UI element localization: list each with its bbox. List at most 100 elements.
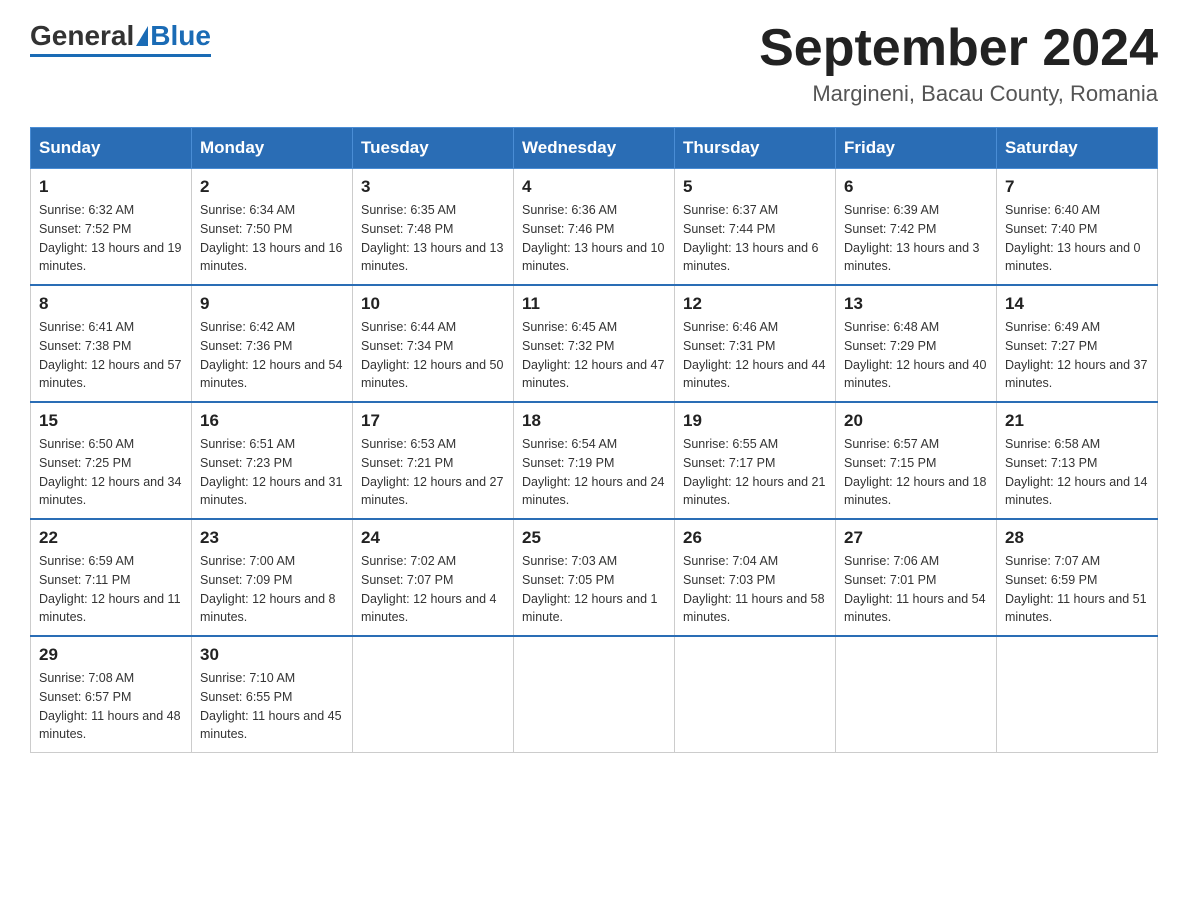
day-info: Sunrise: 6:32 AMSunset: 7:52 PMDaylight:… — [39, 201, 183, 276]
day-info: Sunrise: 6:35 AMSunset: 7:48 PMDaylight:… — [361, 201, 505, 276]
day-number: 25 — [522, 528, 666, 548]
day-info: Sunrise: 6:44 AMSunset: 7:34 PMDaylight:… — [361, 318, 505, 393]
col-thursday: Thursday — [675, 128, 836, 169]
table-row: 30 Sunrise: 7:10 AMSunset: 6:55 PMDayligh… — [192, 636, 353, 753]
table-row: 1 Sunrise: 6:32 AMSunset: 7:52 PMDaylight… — [31, 169, 192, 286]
day-number: 18 — [522, 411, 666, 431]
col-saturday: Saturday — [997, 128, 1158, 169]
day-info: Sunrise: 6:42 AMSunset: 7:36 PMDaylight:… — [200, 318, 344, 393]
day-number: 11 — [522, 294, 666, 314]
day-number: 8 — [39, 294, 183, 314]
day-number: 12 — [683, 294, 827, 314]
logo-text: General Blue — [30, 20, 211, 52]
table-row: 14 Sunrise: 6:49 AMSunset: 7:27 PMDayligh… — [997, 285, 1158, 402]
day-info: Sunrise: 6:50 AMSunset: 7:25 PMDaylight:… — [39, 435, 183, 510]
table-row: 27 Sunrise: 7:06 AMSunset: 7:01 PMDayligh… — [836, 519, 997, 636]
day-info: Sunrise: 6:34 AMSunset: 7:50 PMDaylight:… — [200, 201, 344, 276]
calendar-week-1: 1 Sunrise: 6:32 AMSunset: 7:52 PMDaylight… — [31, 169, 1158, 286]
day-number: 22 — [39, 528, 183, 548]
logo-triangle-icon — [136, 26, 148, 46]
day-info: Sunrise: 6:57 AMSunset: 7:15 PMDaylight:… — [844, 435, 988, 510]
day-number: 26 — [683, 528, 827, 548]
table-row: 23Sunrise: 7:00 AMSunset: 7:09 PMDayligh… — [192, 519, 353, 636]
day-info: Sunrise: 7:10 AMSunset: 6:55 PMDaylight:… — [200, 669, 344, 744]
day-number: 21 — [1005, 411, 1149, 431]
day-number: 16 — [200, 411, 344, 431]
day-info: Sunrise: 6:51 AMSunset: 7:23 PMDaylight:… — [200, 435, 344, 510]
calendar-week-3: 15 Sunrise: 6:50 AMSunset: 7:25 PMDayligh… — [31, 402, 1158, 519]
table-row: 8 Sunrise: 6:41 AMSunset: 7:38 PMDaylight… — [31, 285, 192, 402]
logo-general: General — [30, 20, 134, 52]
table-row: 22 Sunrise: 6:59 AMSunset: 7:11 PMDayligh… — [31, 519, 192, 636]
col-tuesday: Tuesday — [353, 128, 514, 169]
table-row — [836, 636, 997, 753]
day-info: Sunrise: 6:48 AMSunset: 7:29 PMDaylight:… — [844, 318, 988, 393]
title-area: September 2024 Margineni, Bacau County, … — [759, 20, 1158, 107]
day-number: 10 — [361, 294, 505, 314]
day-info: Sunrise: 6:55 AMSunset: 7:17 PMDaylight:… — [683, 435, 827, 510]
logo-blue: Blue — [150, 20, 211, 52]
day-number: 30 — [200, 645, 344, 665]
table-row: 20Sunrise: 6:57 AMSunset: 7:15 PMDayligh… — [836, 402, 997, 519]
day-number: 15 — [39, 411, 183, 431]
day-info: Sunrise: 7:00 AMSunset: 7:09 PMDaylight:… — [200, 552, 344, 627]
table-row: 19 Sunrise: 6:55 AMSunset: 7:17 PMDayligh… — [675, 402, 836, 519]
table-row: 25 Sunrise: 7:03 AMSunset: 7:05 PMDayligh… — [514, 519, 675, 636]
day-number: 13 — [844, 294, 988, 314]
table-row: 6Sunrise: 6:39 AMSunset: 7:42 PMDaylight… — [836, 169, 997, 286]
table-row — [675, 636, 836, 753]
table-row: 11 Sunrise: 6:45 AMSunset: 7:32 PMDayligh… — [514, 285, 675, 402]
table-row: 21Sunrise: 6:58 AMSunset: 7:13 PMDayligh… — [997, 402, 1158, 519]
day-info: Sunrise: 6:40 AMSunset: 7:40 PMDaylight:… — [1005, 201, 1149, 276]
day-info: Sunrise: 6:37 AMSunset: 7:44 PMDaylight:… — [683, 201, 827, 276]
table-row: 5 Sunrise: 6:37 AMSunset: 7:44 PMDaylight… — [675, 169, 836, 286]
day-info: Sunrise: 6:45 AMSunset: 7:32 PMDaylight:… — [522, 318, 666, 393]
day-info: Sunrise: 6:41 AMSunset: 7:38 PMDaylight:… — [39, 318, 183, 393]
table-row: 10 Sunrise: 6:44 AMSunset: 7:34 PMDayligh… — [353, 285, 514, 402]
table-row: 28Sunrise: 7:07 AMSunset: 6:59 PMDayligh… — [997, 519, 1158, 636]
month-title: September 2024 — [759, 20, 1158, 77]
col-sunday: Sunday — [31, 128, 192, 169]
table-row: 17 Sunrise: 6:53 AMSunset: 7:21 PMDayligh… — [353, 402, 514, 519]
location-title: Margineni, Bacau County, Romania — [759, 81, 1158, 107]
col-friday: Friday — [836, 128, 997, 169]
day-number: 27 — [844, 528, 988, 548]
day-info: Sunrise: 6:54 AMSunset: 7:19 PMDaylight:… — [522, 435, 666, 510]
table-row: 12Sunrise: 6:46 AMSunset: 7:31 PMDayligh… — [675, 285, 836, 402]
header-row: Sunday Monday Tuesday Wednesday Thursday… — [31, 128, 1158, 169]
table-row: 16 Sunrise: 6:51 AMSunset: 7:23 PMDayligh… — [192, 402, 353, 519]
day-info: Sunrise: 6:49 AMSunset: 7:27 PMDaylight:… — [1005, 318, 1149, 393]
day-number: 1 — [39, 177, 183, 197]
day-number: 17 — [361, 411, 505, 431]
day-number: 3 — [361, 177, 505, 197]
day-info: Sunrise: 6:53 AMSunset: 7:21 PMDaylight:… — [361, 435, 505, 510]
table-row — [997, 636, 1158, 753]
day-number: 14 — [1005, 294, 1149, 314]
day-info: Sunrise: 7:06 AMSunset: 7:01 PMDaylight:… — [844, 552, 988, 627]
logo: General Blue — [30, 20, 211, 57]
day-info: Sunrise: 6:36 AMSunset: 7:46 PMDaylight:… — [522, 201, 666, 276]
table-row: 9 Sunrise: 6:42 AMSunset: 7:36 PMDaylight… — [192, 285, 353, 402]
day-info: Sunrise: 6:59 AMSunset: 7:11 PMDaylight:… — [39, 552, 183, 627]
day-info: Sunrise: 7:04 AMSunset: 7:03 PMDaylight:… — [683, 552, 827, 627]
day-info: Sunrise: 7:03 AMSunset: 7:05 PMDaylight:… — [522, 552, 666, 627]
day-number: 7 — [1005, 177, 1149, 197]
table-row: 15 Sunrise: 6:50 AMSunset: 7:25 PMDayligh… — [31, 402, 192, 519]
day-number: 9 — [200, 294, 344, 314]
table-row: 26 Sunrise: 7:04 AMSunset: 7:03 PMDayligh… — [675, 519, 836, 636]
table-row: 2 Sunrise: 6:34 AMSunset: 7:50 PMDaylight… — [192, 169, 353, 286]
day-number: 2 — [200, 177, 344, 197]
day-info: Sunrise: 7:02 AMSunset: 7:07 PMDaylight:… — [361, 552, 505, 627]
calendar-week-5: 29 Sunrise: 7:08 AMSunset: 6:57 PMDayligh… — [31, 636, 1158, 753]
day-info: Sunrise: 7:08 AMSunset: 6:57 PMDaylight:… — [39, 669, 183, 744]
calendar-week-2: 8 Sunrise: 6:41 AMSunset: 7:38 PMDaylight… — [31, 285, 1158, 402]
logo-underline — [30, 54, 211, 57]
day-number: 29 — [39, 645, 183, 665]
day-number: 5 — [683, 177, 827, 197]
page-header: General Blue September 2024 Margineni, B… — [30, 20, 1158, 107]
table-row: 7 Sunrise: 6:40 AMSunset: 7:40 PMDaylight… — [997, 169, 1158, 286]
day-number: 6 — [844, 177, 988, 197]
table-row: 3 Sunrise: 6:35 AMSunset: 7:48 PMDaylight… — [353, 169, 514, 286]
table-row: 13 Sunrise: 6:48 AMSunset: 7:29 PMDayligh… — [836, 285, 997, 402]
day-number: 19 — [683, 411, 827, 431]
